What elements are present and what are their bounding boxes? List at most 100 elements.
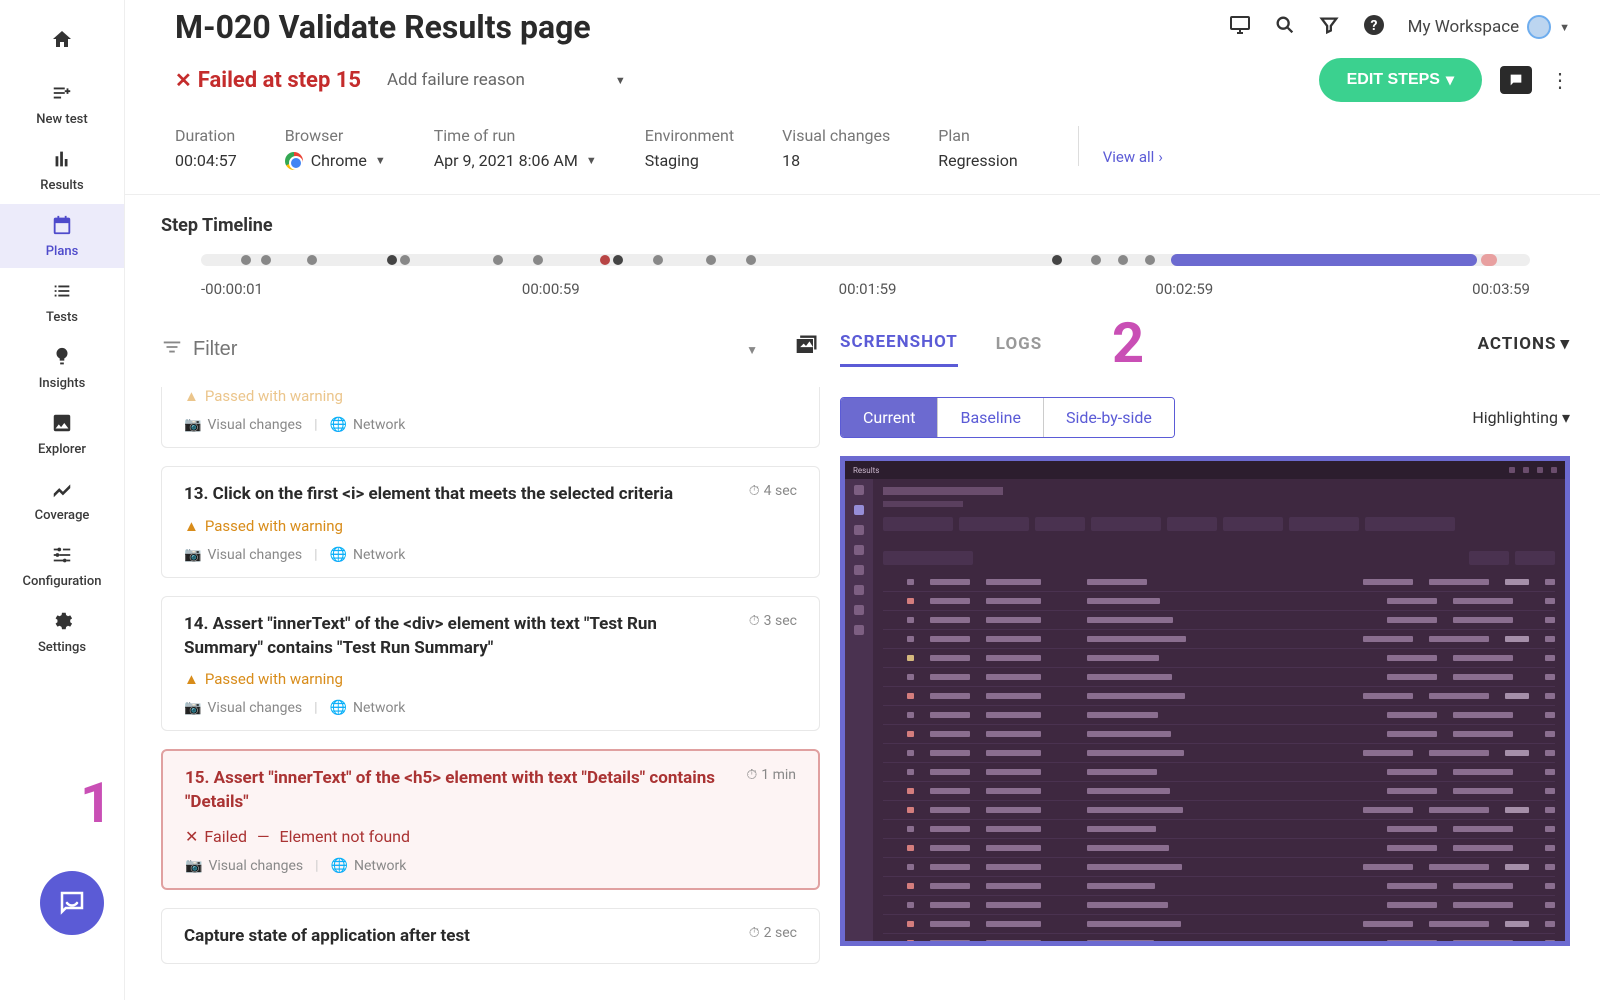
view-all-link[interactable]: View all › [1078, 126, 1163, 166]
avatar [1527, 15, 1551, 39]
step-title: 14. Assert "innerText" of the <div> elem… [184, 613, 737, 661]
meta-row: Duration 00:04:57 Browser Chrome ▼ Time … [125, 102, 1600, 195]
timeline-track[interactable] [201, 254, 1530, 266]
sidebar-item-new-test[interactable]: New test [0, 72, 124, 136]
warning-icon: ▲ [184, 670, 199, 688]
sidebar-item-insights[interactable]: Insights [0, 336, 124, 400]
status-badge: ✕ Failed at step 15 [175, 68, 361, 93]
meta-browser[interactable]: Browser Chrome ▼ [285, 126, 386, 170]
step-links: 📷 Visual changes | 🌐 Network [184, 417, 797, 433]
visual-changes-link[interactable]: 📷 Visual changes [185, 858, 303, 874]
main: M-020 Validate Results page ? My Workspa… [125, 0, 1600, 1000]
filter-icon[interactable] [1318, 14, 1340, 41]
actions-dropdown[interactable]: ACTIONS ▾ [1478, 334, 1570, 366]
chevron-right-icon: › [1158, 148, 1163, 166]
clock-icon: ⏱ [749, 925, 760, 941]
step-time: ⏱ 3 sec [749, 613, 797, 629]
screenshot-frame[interactable]: Results [840, 456, 1570, 946]
timeline-progress [1171, 254, 1477, 266]
network-link[interactable]: 🌐 Network [330, 700, 406, 716]
caret-down-icon[interactable]: ▼ [746, 343, 758, 357]
gallery-icon[interactable] [792, 332, 820, 367]
sidebar: New test Results Plans Tests Insights Ex… [0, 0, 125, 1000]
caret-down-icon: ▼ [615, 74, 626, 87]
network-link[interactable]: 🌐 Network [330, 547, 406, 563]
chrome-icon [285, 152, 303, 170]
view-mode-current[interactable]: Current [841, 398, 938, 437]
help-icon[interactable]: ? [1362, 13, 1386, 42]
globe-icon: 🌐 [330, 417, 347, 433]
meta-environment: Environment Staging [645, 126, 734, 170]
caret-down-icon: ▾ [1560, 334, 1570, 354]
view-mode-baseline[interactable]: Baseline [938, 398, 1044, 437]
highlighting-dropdown[interactable]: Highlighting ▾ [1472, 408, 1570, 427]
step-card[interactable]: Capture state of application after test … [161, 908, 820, 964]
sidebar-item-home[interactable] [0, 18, 124, 70]
status-row-actions: EDIT STEPS ▾ ⋮ [1319, 58, 1570, 102]
sidebar-item-coverage[interactable]: Coverage [0, 468, 124, 532]
tests-icon [51, 280, 73, 308]
sidebar-label: New test [36, 112, 87, 127]
step-links: 📷 Visual changes | 🌐 Network [185, 858, 796, 874]
sidebar-label: Coverage [35, 508, 90, 523]
step-links: 📷 Visual changes | 🌐 Network [184, 547, 797, 563]
visual-changes-link[interactable]: 📷 Visual changes [184, 547, 302, 563]
more-menu-icon[interactable]: ⋮ [1550, 68, 1570, 92]
sidebar-item-tests[interactable]: Tests [0, 270, 124, 334]
timeline-section: Step Timeline -00:00:01 00:00:59 [125, 195, 1600, 308]
explorer-icon [51, 412, 73, 440]
step-title: Capture state of application after test [184, 925, 737, 949]
comments-icon[interactable] [1500, 66, 1532, 94]
camera-icon: 📷 [184, 700, 201, 716]
tab-logs[interactable]: LOGS [996, 334, 1042, 366]
caret-down-icon: ▼ [586, 154, 597, 167]
warning-icon: ▲ [184, 387, 199, 405]
new-test-icon [51, 82, 73, 110]
workspace-label: My Workspace [1408, 17, 1519, 37]
visual-changes-link[interactable]: 📷 Visual changes [184, 700, 302, 716]
meta-time-of-run[interactable]: Time of run Apr 9, 2021 8:06 AM ▼ [434, 126, 597, 170]
filter-input[interactable] [193, 338, 736, 361]
status-row: ✕ Failed at step 15 Add failure reason ▼… [125, 46, 1600, 102]
camera-icon: 📷 [184, 547, 201, 563]
sidebar-item-results[interactable]: Results [0, 138, 124, 202]
step-time: ⏱ 4 sec [749, 483, 797, 499]
meta-plan: Plan Regression [938, 126, 1017, 170]
step-card[interactable]: 14. Assert "innerText" of the <div> elem… [161, 596, 820, 732]
page-title: M-020 Validate Results page [175, 8, 591, 46]
failure-reason-placeholder: Add failure reason [387, 70, 525, 90]
tab-screenshot[interactable]: SCREENSHOT [840, 332, 958, 367]
network-link[interactable]: 🌐 Network [330, 417, 406, 433]
mock-sidenav [845, 479, 873, 941]
step-card[interactable]: ▲ Passed with warning 📷 Visual changes |… [161, 387, 820, 448]
sidebar-label: Explorer [38, 442, 86, 457]
clock-icon: ⏱ [746, 767, 757, 783]
filter-list-icon[interactable] [161, 336, 183, 363]
search-icon[interactable] [1274, 14, 1296, 41]
view-mode-sbs[interactable]: Side-by-side [1044, 398, 1174, 437]
visual-changes-link[interactable]: 📷 Visual changes [184, 417, 302, 433]
desktop-icon[interactable] [1228, 13, 1252, 42]
insights-icon [51, 346, 73, 374]
chat-bubble[interactable] [40, 871, 104, 935]
sidebar-label: Configuration [23, 574, 102, 589]
view-mode-tabs: Current Baseline Side-by-side [840, 397, 1175, 438]
edit-steps-button[interactable]: EDIT STEPS ▾ [1319, 58, 1482, 102]
caret-down-icon: ▾ [1446, 70, 1454, 90]
failure-reason-select[interactable]: Add failure reason ▼ [387, 70, 626, 90]
sidebar-item-settings[interactable]: Settings [0, 600, 124, 664]
mock-body [873, 479, 1565, 941]
caret-down-icon: ▾ [1562, 408, 1570, 427]
workspace-selector[interactable]: My Workspace ▼ [1408, 15, 1570, 39]
sidebar-item-plans[interactable]: Plans [0, 204, 124, 268]
step-card[interactable]: 13. Click on the first <i> element that … [161, 466, 820, 578]
network-link[interactable]: 🌐 Network [331, 858, 407, 874]
step-card-failed[interactable]: 15. Assert "innerText" of the <h5> eleme… [161, 749, 820, 890]
status-text: Failed at step 15 [198, 68, 361, 93]
coverage-icon [51, 478, 73, 506]
sidebar-item-configuration[interactable]: Configuration [0, 534, 124, 598]
edit-steps-label: EDIT STEPS [1347, 71, 1440, 89]
caret-down-icon: ▼ [375, 154, 386, 167]
meta-visual-changes: Visual changes 18 [782, 126, 890, 170]
sidebar-item-explorer[interactable]: Explorer [0, 402, 124, 466]
